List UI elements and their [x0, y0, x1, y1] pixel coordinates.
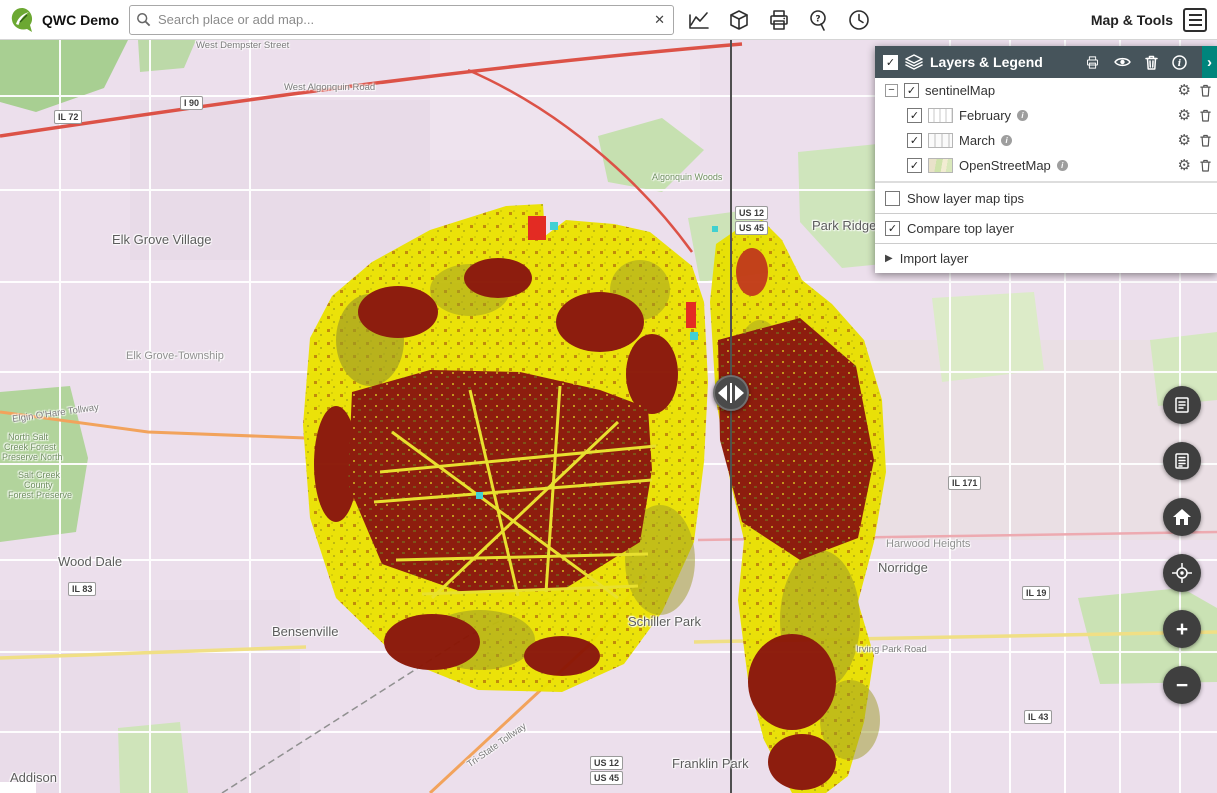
search-box: ✕: [129, 5, 674, 35]
layers-master-checkbox[interactable]: ✓: [883, 55, 898, 70]
qwc-logo-icon: [8, 6, 36, 34]
home-icon: [1172, 508, 1192, 526]
compare-checkbox[interactable]: ✓: [885, 221, 900, 236]
minus-icon: −: [1176, 675, 1188, 696]
layer-settings-button[interactable]: ⚙: [1178, 158, 1191, 173]
note-panel-button[interactable]: [1163, 386, 1201, 424]
expand-arrow-icon: ▶: [885, 253, 893, 264]
remove-layer-button[interactable]: [1200, 159, 1211, 172]
eye-icon: [1114, 56, 1131, 68]
cube-icon: [727, 8, 751, 32]
compare-arrows-icon: [716, 381, 746, 405]
app-title: QWC Demo: [42, 12, 119, 28]
layer-info-icon[interactable]: i: [1017, 110, 1028, 121]
identify-button[interactable]: ?: [806, 7, 832, 33]
layer-info-icon[interactable]: i: [1001, 135, 1012, 146]
collapse-group-button[interactable]: −: [885, 84, 898, 97]
menu-label[interactable]: Map & Tools: [1091, 12, 1173, 28]
height-profile-button[interactable]: [686, 7, 712, 33]
layer-info-icon[interactable]: i: [1057, 160, 1068, 171]
layer-checkbox[interactable]: ✓: [907, 158, 922, 173]
layer-label: OpenStreetMap: [959, 158, 1051, 173]
layer-label: sentinelMap: [925, 83, 995, 98]
printer-icon: [1085, 55, 1100, 70]
show-map-tips-option[interactable]: Show layer map tips: [875, 183, 1217, 213]
note-icon: [1173, 396, 1191, 414]
layers-panel-header: ✓ Layers & Legend: [875, 46, 1217, 78]
remove-all-layers-button[interactable]: [1145, 55, 1158, 70]
layer-row-february[interactable]: ✓ February i ⚙: [875, 103, 1217, 128]
layer-info-button[interactable]: i: [1172, 55, 1187, 70]
plus-icon: +: [1176, 619, 1188, 640]
locate-icon: [1172, 563, 1192, 583]
time-manager-button[interactable]: [846, 7, 872, 33]
info-icon: i: [1172, 55, 1187, 70]
zoom-in-button[interactable]: +: [1163, 610, 1201, 648]
toggle-visibility-button[interactable]: [1114, 56, 1131, 68]
import-layer-option[interactable]: ▶ Import layer: [875, 243, 1217, 273]
height-profile-icon: [687, 8, 711, 32]
layer-checkbox[interactable]: ✓: [907, 133, 922, 148]
compare-top-layer-option[interactable]: ✓ Compare top layer: [875, 213, 1217, 243]
layer-label: February: [959, 108, 1011, 123]
collapse-panel-button[interactable]: ›: [1202, 46, 1217, 78]
zoom-out-button[interactable]: −: [1163, 666, 1201, 704]
layer-settings-button[interactable]: ⚙: [1178, 133, 1191, 148]
layer-thumbnail-openstreetmap: [928, 158, 953, 173]
chevron-right-icon: ›: [1207, 54, 1212, 71]
top-bar: QWC Demo ✕: [0, 0, 1217, 40]
layers-panel: ✓ Layers & Legend: [875, 46, 1217, 273]
layer-settings-button[interactable]: ⚙: [1178, 108, 1191, 123]
list-panel-button[interactable]: [1163, 442, 1201, 480]
home-button[interactable]: [1163, 498, 1201, 536]
map-tips-checkbox[interactable]: [885, 191, 900, 206]
clock-icon: [847, 8, 871, 32]
option-label: Compare top layer: [907, 221, 1014, 236]
layer-row-openstreetmap[interactable]: ✓ OpenStreetMap i ⚙: [875, 153, 1217, 178]
svg-text:?: ?: [815, 14, 820, 24]
toolbar: ?: [686, 7, 872, 33]
layer-label: March: [959, 133, 995, 148]
print-legend-button[interactable]: [1085, 55, 1100, 70]
list-icon: [1173, 452, 1191, 470]
layer-thumbnail-february: [928, 108, 953, 123]
app-logo: QWC Demo: [0, 6, 129, 34]
raster-export-button[interactable]: [726, 7, 752, 33]
map-controls: + −: [1163, 386, 1201, 704]
remove-layer-button[interactable]: [1200, 84, 1211, 97]
option-label: Show layer map tips: [907, 191, 1024, 206]
locate-button[interactable]: [1163, 554, 1201, 592]
layers-panel-title: Layers & Legend: [930, 54, 1043, 70]
svg-text:i: i: [1178, 59, 1182, 69]
clear-search-button[interactable]: ✕: [652, 12, 667, 28]
search-input[interactable]: [156, 11, 647, 28]
printer-icon: [767, 8, 791, 32]
qwc-app: Elk Grove Village Park Ridge Elk Grove-T…: [0, 0, 1217, 793]
layer-row-sentinelmap[interactable]: − ✓ sentinelMap ⚙: [875, 78, 1217, 103]
option-label: Import layer: [900, 251, 969, 266]
menu-button[interactable]: [1183, 8, 1207, 32]
print-button[interactable]: [766, 7, 792, 33]
layer-settings-button[interactable]: ⚙: [1178, 83, 1191, 98]
layer-row-march[interactable]: ✓ March i ⚙: [875, 128, 1217, 153]
trash-icon: [1145, 55, 1158, 70]
layers-icon: [905, 54, 923, 70]
identify-icon: ?: [807, 8, 831, 32]
layer-checkbox[interactable]: ✓: [907, 108, 922, 123]
compare-slider-handle[interactable]: [713, 375, 749, 411]
hamburger-icon: [1189, 14, 1202, 16]
remove-layer-button[interactable]: [1200, 109, 1211, 122]
layer-thumbnail-march: [928, 133, 953, 148]
search-icon: [136, 12, 151, 27]
remove-layer-button[interactable]: [1200, 134, 1211, 147]
layer-checkbox[interactable]: ✓: [904, 83, 919, 98]
